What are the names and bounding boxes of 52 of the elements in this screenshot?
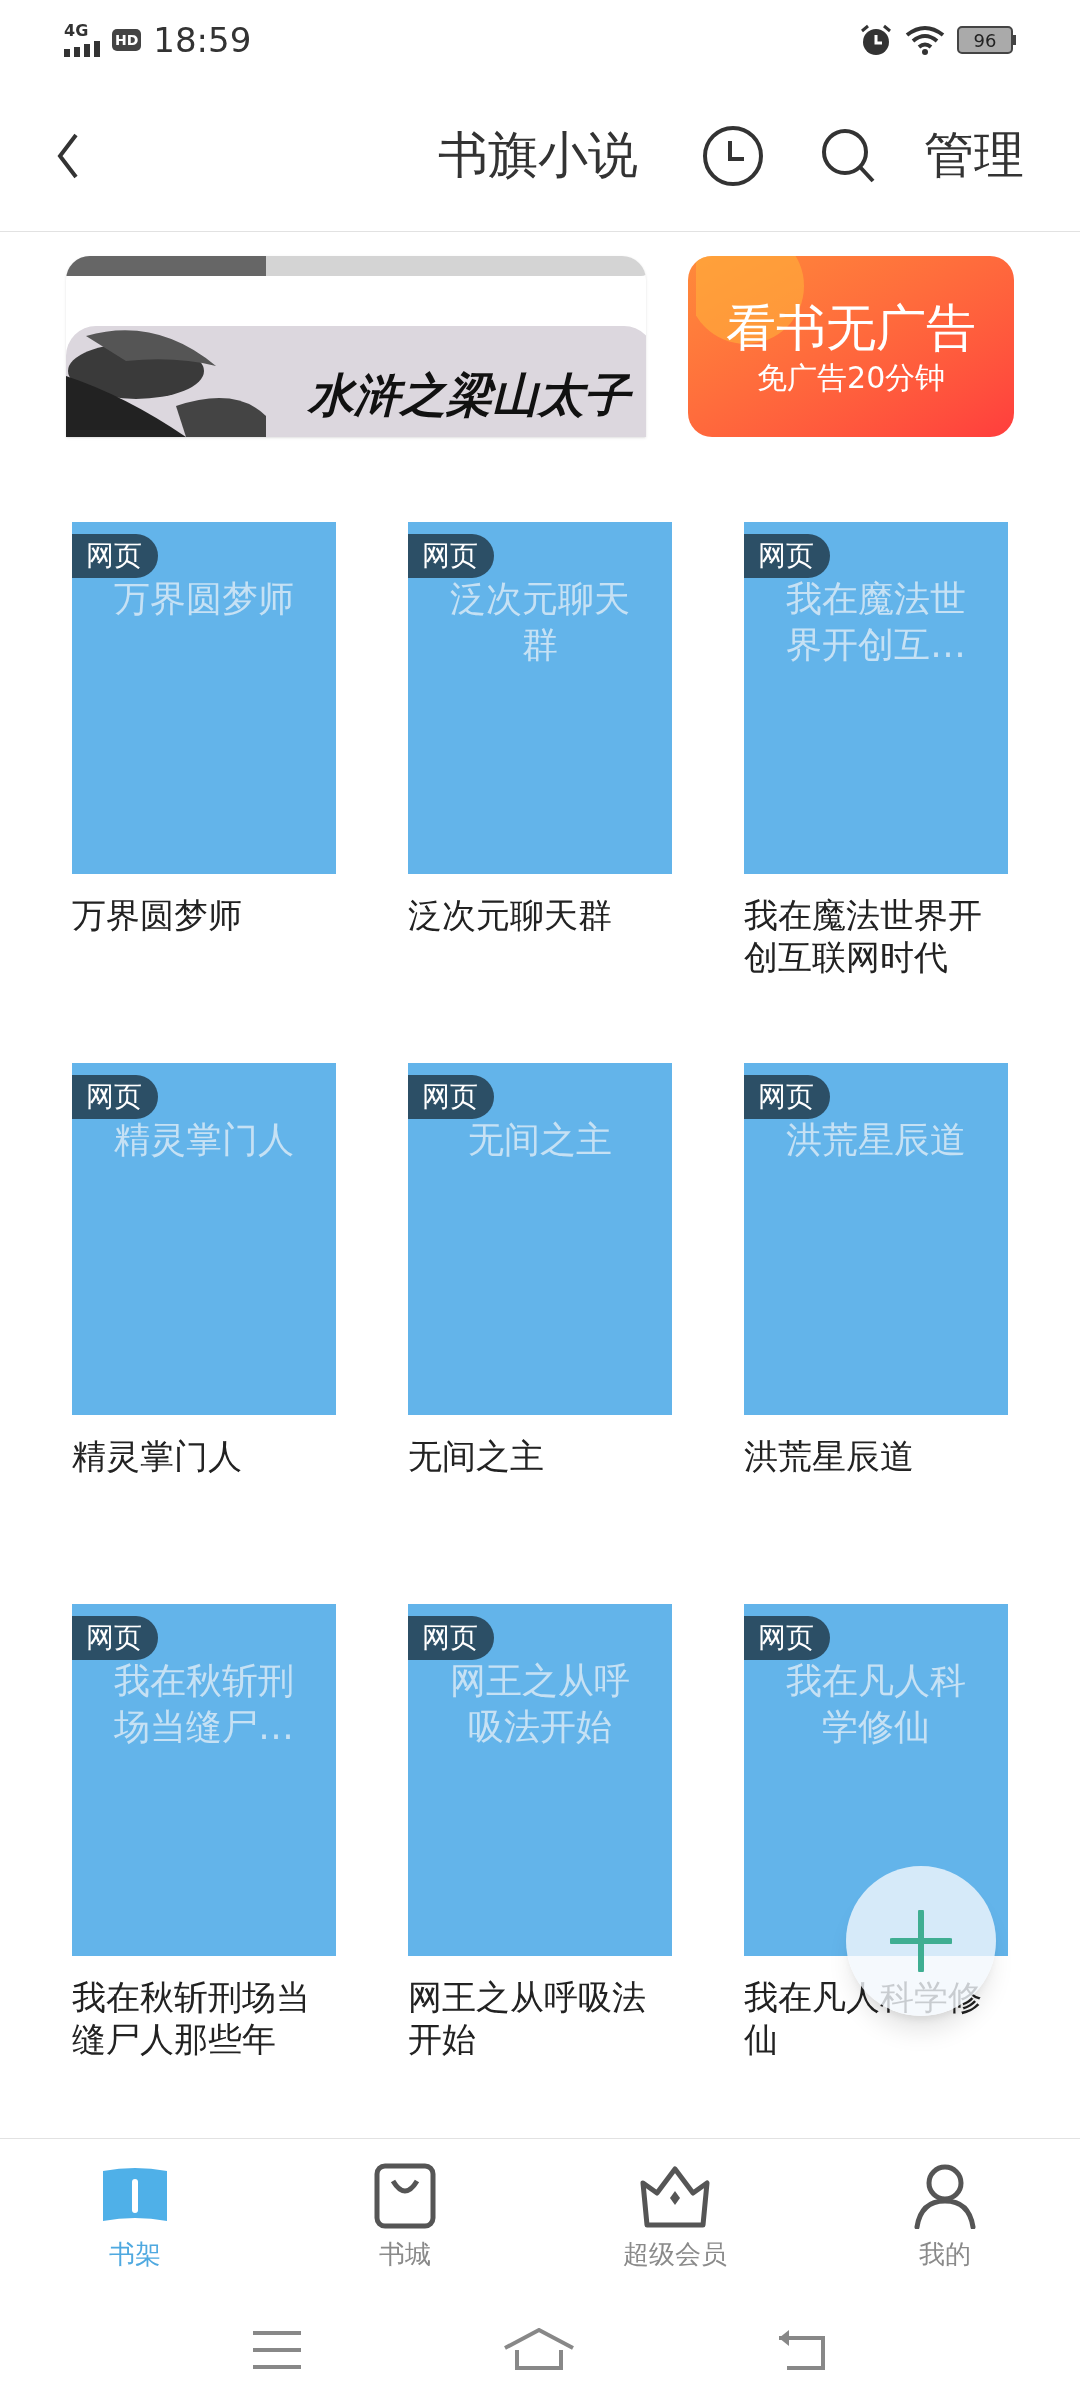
bag-icon xyxy=(374,2163,436,2229)
book-title: 网王之从呼吸法开始 xyxy=(408,1976,647,2060)
cover-title: 洪荒星辰道 xyxy=(785,1118,967,1162)
cover-title: 泛次元聊天群 xyxy=(449,577,631,667)
book-title: 泛次元聊天群 xyxy=(408,894,613,936)
book-title: 我在秋斩刑场当缝尸人那些年 xyxy=(72,1976,311,2060)
source-badge: 网页 xyxy=(408,534,494,578)
wifi-icon xyxy=(905,25,945,55)
cover-title: 我在魔法世界开创互… xyxy=(785,577,967,667)
banner-book-title: 水浒之梁山太子 xyxy=(308,372,631,418)
source-badge: 网页 xyxy=(408,1616,494,1660)
status-time: 18:59 xyxy=(153,18,252,62)
book-banner[interactable]: 水浒之梁山太子 xyxy=(66,256,647,437)
book-cover[interactable]: 网页 网王之从呼吸法开始 xyxy=(408,1604,672,1956)
book-cover[interactable]: 网页 洪荒星辰道 xyxy=(744,1063,1008,1415)
person-icon xyxy=(913,2163,977,2229)
source-badge: 网页 xyxy=(408,1075,494,1119)
home-button[interactable] xyxy=(503,2328,575,2372)
book-title: 万界圆梦师 xyxy=(72,894,243,936)
crown-icon xyxy=(639,2165,711,2229)
battery-indicator: 96 xyxy=(957,26,1013,54)
cover-title: 我在凡人科学修仙 xyxy=(785,1659,967,1749)
source-badge: 网页 xyxy=(72,1075,158,1119)
cover-title: 万界圆梦师 xyxy=(113,577,295,621)
alarm-icon xyxy=(859,23,893,57)
plus-icon xyxy=(890,1910,952,1972)
cover-title: 我在秋斩刑场当缝尸… xyxy=(113,1659,295,1749)
book-cover[interactable]: 网页 我在魔法世界开创互… xyxy=(744,522,1008,874)
book-cover[interactable]: 网页 我在秋斩刑场当缝尸… xyxy=(72,1604,336,1956)
book-title: 精灵掌门人 xyxy=(72,1435,243,1477)
book-cover[interactable]: 网页 泛次元聊天群 xyxy=(408,522,672,874)
menu-button[interactable] xyxy=(251,2329,303,2371)
history-button[interactable] xyxy=(702,124,764,187)
book-cover[interactable]: 网页 无间之主 xyxy=(408,1063,672,1415)
search-button[interactable] xyxy=(820,126,876,185)
source-badge: 网页 xyxy=(744,534,830,578)
book-title: 洪荒星辰道 xyxy=(744,1435,915,1477)
source-badge: 网页 xyxy=(744,1616,830,1660)
book-title: 我在魔法世界开创互联网时代 xyxy=(744,894,983,978)
book-cover[interactable]: 网页 万界圆梦师 xyxy=(72,522,336,874)
cover-title: 网王之从呼吸法开始 xyxy=(449,1659,631,1749)
source-badge: 网页 xyxy=(72,1616,158,1660)
source-badge: 网页 xyxy=(744,1075,830,1119)
book-cover[interactable]: 网页 精灵掌门人 xyxy=(72,1063,336,1415)
cover-title: 精灵掌门人 xyxy=(113,1118,295,1162)
cover-title: 无间之主 xyxy=(467,1118,613,1162)
app-title: 书旗小说 xyxy=(438,125,638,186)
book-title: 无间之主 xyxy=(408,1435,545,1477)
source-badge: 网页 xyxy=(72,534,158,578)
hd-badge: HD xyxy=(112,29,142,51)
manage-button[interactable]: 管理 xyxy=(924,118,1024,193)
network-type: 4G xyxy=(64,23,89,39)
